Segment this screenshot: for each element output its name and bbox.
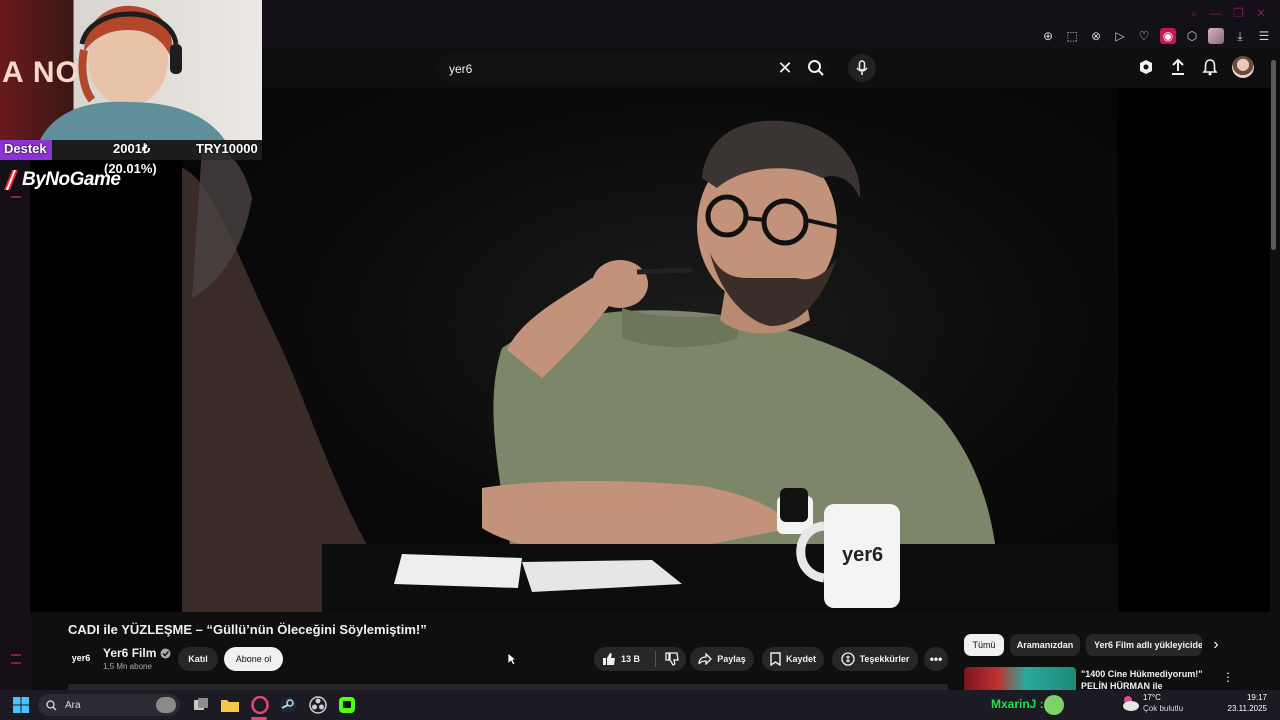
mug-logo: yer6 xyxy=(842,544,884,566)
masthead-actions xyxy=(1136,56,1254,78)
adblock-icon[interactable]: ⊗ xyxy=(1088,28,1104,44)
video-title: CADI ile YÜZLEŞME – “Güllü’nün Öleceğini… xyxy=(68,622,427,637)
video-frame: yer6 xyxy=(182,88,1118,612)
channel-logo[interactable]: yer6 xyxy=(68,648,94,668)
streaming-app-icon[interactable] xyxy=(337,695,357,715)
share-label: Paylaş xyxy=(717,654,746,664)
donation-amount: 2001₺ xyxy=(113,141,151,156)
join-button[interactable]: Katıl xyxy=(178,647,218,671)
more-actions-button[interactable]: ••• xyxy=(924,647,948,671)
search-icon xyxy=(808,60,824,76)
share-button[interactable]: Paylaş xyxy=(690,647,754,671)
taskbar-search[interactable]: Ara xyxy=(38,694,180,716)
join-label: Katıl xyxy=(188,654,208,664)
video-scene-illustration xyxy=(182,120,1118,612)
weather-temperature: 17°C xyxy=(1143,693,1161,702)
account-avatar[interactable] xyxy=(1232,56,1254,78)
subscriber-count: 1,5 Mn abone xyxy=(103,662,152,671)
chevron-right-icon[interactable]: › xyxy=(1208,636,1224,654)
super-thanks-icon xyxy=(840,652,855,666)
create-icon[interactable] xyxy=(1136,57,1156,77)
share-icon xyxy=(698,653,713,665)
save-label: Kaydet xyxy=(785,654,816,664)
subscribe-button[interactable]: Abone ol xyxy=(224,647,283,671)
file-explorer-icon[interactable] xyxy=(220,695,240,715)
windows-start-icon[interactable] xyxy=(11,695,31,715)
opera-extension-icon[interactable]: ◉ xyxy=(1160,28,1176,44)
chip-from-uploader[interactable]: Yer6 Film adlı yükleyiciden xyxy=(1086,634,1202,656)
search-button[interactable] xyxy=(798,54,834,82)
puzzle-icon[interactable]: ⬡ xyxy=(1184,28,1200,44)
weather-cloudy-icon xyxy=(1123,696,1139,711)
microphone-icon xyxy=(856,60,868,75)
notifications-bell-icon[interactable] xyxy=(1200,57,1220,77)
opera-gx-icon[interactable] xyxy=(250,695,270,715)
thanks-button[interactable]: Teşekkürler xyxy=(832,647,918,671)
upload-icon[interactable] xyxy=(1168,57,1188,77)
heart-icon[interactable]: ♡ xyxy=(1136,28,1152,44)
clear-search-icon[interactable]: ✕ xyxy=(776,59,794,77)
sidebar-marker xyxy=(11,654,21,656)
clock-time[interactable]: 19:17 xyxy=(1247,693,1267,702)
search-tabs-icon[interactable]: ⌕ xyxy=(1190,6,1197,21)
maximize-button[interactable]: ❐ xyxy=(1233,6,1244,21)
like-count[interactable]: 13 B xyxy=(621,654,640,664)
player-icon[interactable]: ▷ xyxy=(1112,28,1128,44)
channel-name-text[interactable]: Yer6 Film xyxy=(103,646,156,660)
search-icon xyxy=(46,699,57,710)
chip-all[interactable]: Tümü xyxy=(964,634,1004,656)
save-button[interactable]: Kaydet xyxy=(762,647,824,671)
chip-label: Aramanızdan xyxy=(1016,640,1074,650)
streamer-brand: ByNoGame xyxy=(2,169,121,191)
taskbar-search-placeholder: Ara xyxy=(65,699,81,711)
chat-username: MxarinJ : xyxy=(991,697,1044,711)
task-view-icon[interactable] xyxy=(191,695,211,715)
search-highlight-icon xyxy=(156,697,176,713)
dislike-icon[interactable] xyxy=(665,652,679,666)
brand-slash-icon xyxy=(4,170,18,190)
more-icon: ••• xyxy=(929,652,943,666)
search-input[interactable] xyxy=(449,61,769,77)
bookmark-icon xyxy=(770,652,781,666)
snapshot-icon[interactable]: ⬚ xyxy=(1064,28,1080,44)
window-controls: ⌕ — ❐ ✕ xyxy=(1190,6,1266,21)
menu-icon[interactable]: ☰ xyxy=(1256,28,1272,44)
chip-from-search[interactable]: Aramanızdan xyxy=(1010,634,1080,656)
channel-name[interactable]: Yer6 Film xyxy=(103,646,171,660)
mouse-cursor-icon xyxy=(507,652,517,666)
recommendation-thumbnail[interactable] xyxy=(964,667,1076,690)
chat-emote-icon xyxy=(1044,695,1064,715)
voice-search-button[interactable] xyxy=(848,54,876,82)
video-player[interactable]: yer6 xyxy=(30,88,1270,612)
donation-label: Destek xyxy=(4,141,47,156)
download-icon[interactable]: ⤓ xyxy=(1232,28,1248,44)
thanks-label: Teşekkürler xyxy=(859,654,910,664)
pin-icon[interactable]: ⊕ xyxy=(1040,28,1056,44)
close-window-button[interactable]: ✕ xyxy=(1256,6,1266,21)
clock-date[interactable]: 23.11.2025 xyxy=(1228,704,1267,713)
search-box[interactable] xyxy=(438,54,826,82)
streamer-figure xyxy=(40,5,225,140)
like-dislike-group: 13 B xyxy=(594,647,686,671)
extensions-bar: ⊕ ⬚ ⊗ ▷ ♡ ◉ ⬡ ⤓ ☰ xyxy=(1040,28,1272,44)
sidebar-marker xyxy=(11,662,21,664)
recommendation-title[interactable]: "1400 Cine Hükmediyorum!" PELİN HÜRMAN i… xyxy=(1081,668,1211,690)
sidebar-marker xyxy=(11,196,21,198)
like-icon[interactable] xyxy=(602,652,616,666)
recommendation-menu-icon[interactable]: ⋮ xyxy=(1222,670,1234,684)
divider xyxy=(655,651,657,667)
verified-icon xyxy=(160,648,171,658)
profile-avatar[interactable] xyxy=(1208,28,1224,44)
streamer-webcam: A NO xyxy=(0,0,262,140)
page-scrollbar[interactable] xyxy=(1271,60,1276,250)
subscribe-label: Abone ol xyxy=(235,654,272,664)
chip-label: Tümü xyxy=(972,640,996,650)
donation-goal: TRY10000 xyxy=(196,141,258,156)
steam-icon[interactable] xyxy=(278,695,298,715)
weather-description: Çok bulutlu xyxy=(1143,704,1184,713)
minimize-button[interactable]: — xyxy=(1209,6,1221,21)
obs-icon[interactable] xyxy=(308,695,328,715)
brand-name: ByNoGame xyxy=(22,169,121,190)
chip-label: Yer6 Film adlı yükleyiciden xyxy=(1094,640,1202,650)
